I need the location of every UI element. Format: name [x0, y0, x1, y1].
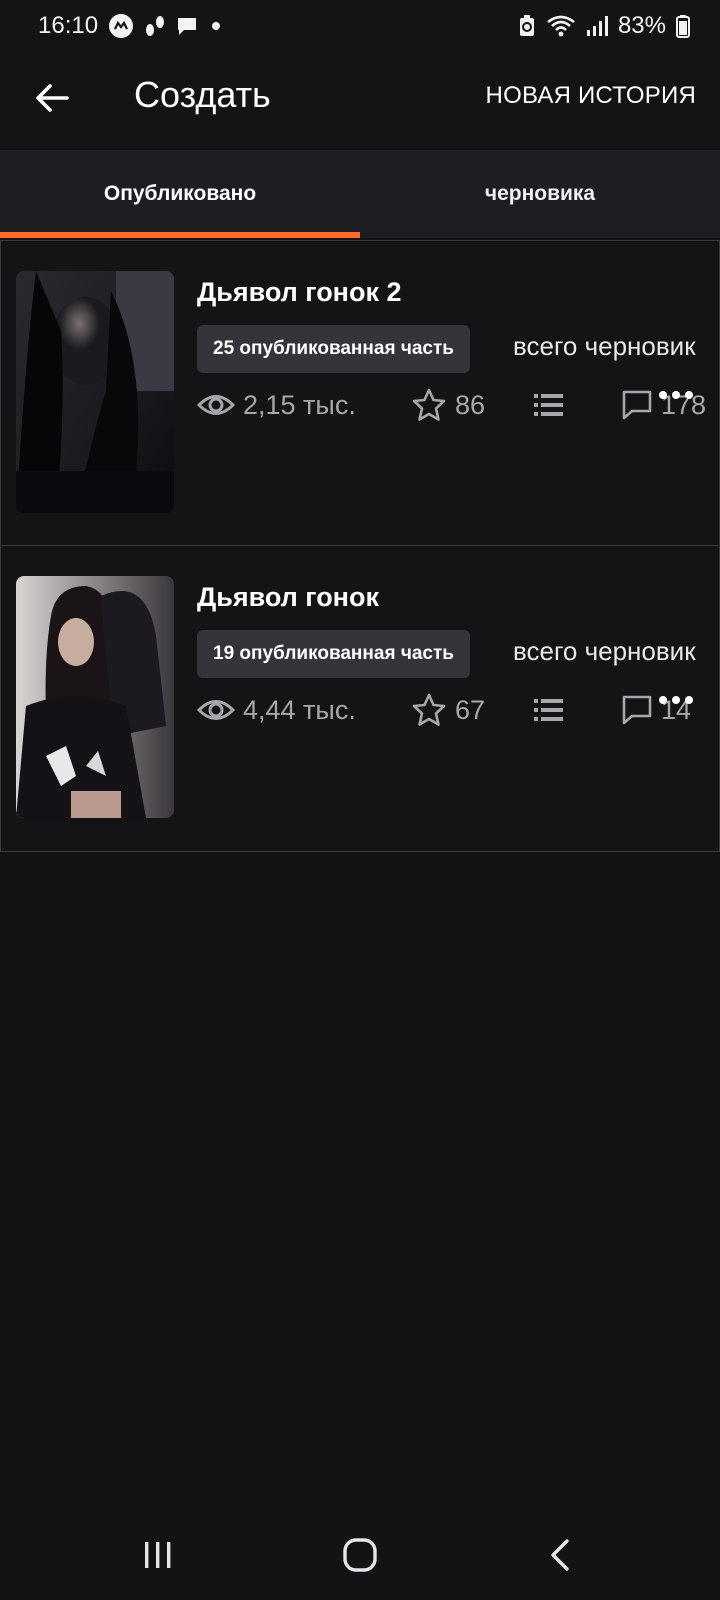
votes-count: 67 — [455, 694, 486, 725]
tab-bar: Опубликовано черновика — [0, 150, 720, 238]
story-stats: 4,44 тыс. 67 14 — [197, 686, 707, 734]
views-stat: 4,44 тыс. — [197, 686, 356, 734]
list-icon — [534, 699, 563, 721]
page-title: Создать — [134, 74, 271, 115]
story-list: Дьявол гонок 2 25 опубликованная часть в… — [0, 240, 720, 852]
more-options-icon[interactable] — [659, 696, 693, 704]
status-left: 16:10 — [38, 12, 224, 40]
chevron-left-icon — [551, 1539, 569, 1571]
story-title: Дьявол гонок — [197, 582, 379, 612]
comment-icon — [622, 390, 652, 420]
drafts-count-text: всего черновик — [513, 331, 696, 361]
story-cover-image — [16, 271, 174, 513]
story-title: Дьявол гонок 2 — [197, 277, 402, 307]
story-stats: 2,15 тыс. 86 178 — [197, 381, 707, 429]
chat-icon — [176, 15, 198, 37]
signal-icon — [586, 15, 608, 37]
tab-drafts-label: черновика — [484, 182, 596, 205]
more-options-icon[interactable] — [659, 391, 693, 399]
tab-published-label: Опубликовано — [103, 182, 257, 205]
parts-stat — [533, 686, 565, 734]
status-time: 16:10 — [38, 12, 99, 39]
wifi-icon — [546, 14, 576, 38]
battery-icon — [676, 14, 690, 38]
home-icon — [343, 1538, 377, 1572]
published-parts-badge: 25 опубликованная часть — [197, 325, 470, 373]
home-button[interactable] — [330, 1530, 390, 1580]
system-back-button[interactable] — [530, 1530, 590, 1580]
status-right: 83% — [518, 12, 690, 40]
list-icon — [534, 394, 563, 416]
comments-stat: 14 — [621, 686, 691, 734]
tab-published[interactable]: Опубликовано — [0, 150, 360, 238]
star-icon — [412, 693, 446, 726]
votes-count: 86 — [455, 389, 486, 420]
new-story-button[interactable]: НОВАЯ ИСТОРИЯ — [486, 82, 696, 110]
votes-stat: 86 — [411, 381, 485, 429]
votes-stat: 67 — [411, 686, 485, 734]
comments-stat: 178 — [621, 381, 706, 429]
app-bar: Создать НОВАЯ ИСТОРИЯ — [0, 52, 720, 148]
star-icon — [412, 388, 446, 421]
comment-icon — [622, 695, 652, 725]
drafts-count-text: всего черновик — [513, 636, 696, 666]
back-button[interactable] — [30, 76, 74, 120]
dot-icon — [208, 18, 224, 34]
battery-percent: 83% — [617, 12, 666, 39]
battery-saver-icon — [518, 14, 536, 38]
navigation-bar — [0, 1510, 720, 1600]
story-cover-image — [16, 576, 174, 818]
status-bar: 16:10 83% — [0, 0, 720, 52]
parts-stat — [533, 381, 565, 429]
views-count: 4,44 тыс. — [243, 694, 356, 725]
notification-icon — [144, 14, 166, 38]
tab-drafts[interactable]: черновика — [360, 150, 720, 238]
views-stat: 2,15 тыс. — [197, 381, 356, 429]
eye-icon — [197, 700, 235, 720]
story-card[interactable]: Дьявол гонок 19 опубликованная часть все… — [0, 546, 720, 852]
messenger-icon — [108, 13, 134, 39]
views-count: 2,15 тыс. — [243, 389, 356, 420]
eye-icon — [197, 395, 235, 415]
published-parts-badge: 19 опубликованная часть — [197, 630, 470, 678]
recent-apps-icon — [145, 1542, 171, 1568]
story-card[interactable]: Дьявол гонок 2 25 опубликованная часть в… — [0, 240, 720, 546]
recent-apps-button[interactable] — [128, 1530, 188, 1580]
arrow-left-icon — [36, 84, 69, 112]
tab-indicator — [0, 232, 360, 238]
